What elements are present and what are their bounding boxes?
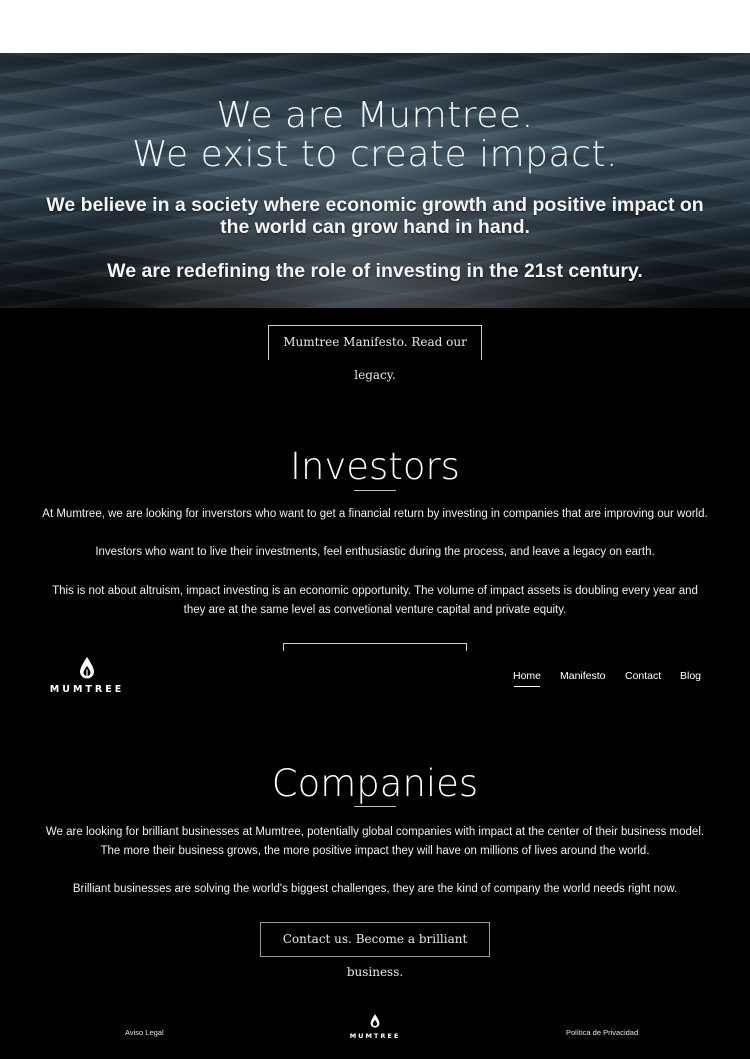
footer-drop-logo-icon bbox=[370, 1014, 380, 1028]
footer-legal-link[interactable]: Aviso Legal bbox=[125, 1028, 164, 1037]
hero-title-line1: We are Mumtree. bbox=[216, 95, 534, 136]
hero-subtitle: We believe in a society where economic g… bbox=[46, 194, 704, 238]
investors-title: Investors bbox=[290, 445, 460, 488]
mumtree-logo[interactable]: MUMTREE bbox=[40, 657, 134, 697]
investors-paragraph1-line2: Investors who want to live their investm… bbox=[95, 546, 655, 558]
drop-logo-icon bbox=[80, 657, 94, 679]
hero-title-line2: We exist to create impact. bbox=[132, 134, 618, 175]
top-white-bar bbox=[0, 0, 750, 53]
companies-title: Companies bbox=[271, 762, 479, 805]
companies-title-underline bbox=[354, 806, 396, 807]
footer-logo[interactable]: MUMTREE bbox=[342, 1014, 408, 1042]
nav-blog[interactable]: Blog bbox=[680, 670, 701, 682]
hero-tagline: We are redefining the role of investing … bbox=[107, 260, 643, 282]
footer-privacy-link[interactable]: Política de Privacidad bbox=[566, 1028, 638, 1037]
companies-paragraph2: Brilliant businesses are solving the wor… bbox=[72, 883, 678, 895]
companies-paragraph1: We are looking for brilliant businesses … bbox=[45, 826, 705, 857]
investors-paragraph1-line1: At Mumtree, we are looking for inverstor… bbox=[42, 508, 708, 520]
investors-title-underline bbox=[354, 490, 396, 491]
nav-home-active-indicator bbox=[514, 686, 540, 687]
footer-logo-wordmark: MUMTREE bbox=[349, 1032, 401, 1040]
nav-contact[interactable]: Contact bbox=[625, 670, 661, 682]
contact-business-button[interactable]: Contact us. Become a brilliant business. bbox=[260, 922, 490, 979]
nav-home[interactable]: Home bbox=[513, 670, 541, 682]
manifesto-button[interactable]: Mumtree Manifesto. Read our legacy. bbox=[268, 325, 482, 382]
hero-banner: We are Mumtree. We exist to create impac… bbox=[0, 53, 750, 308]
investors-paragraph2: This is not about altruism, impact inves… bbox=[52, 585, 698, 616]
nav-manifesto[interactable]: Manifesto bbox=[560, 670, 606, 682]
investors-button-partial[interactable] bbox=[283, 643, 467, 651]
logo-wordmark: MUMTREE bbox=[49, 684, 125, 695]
